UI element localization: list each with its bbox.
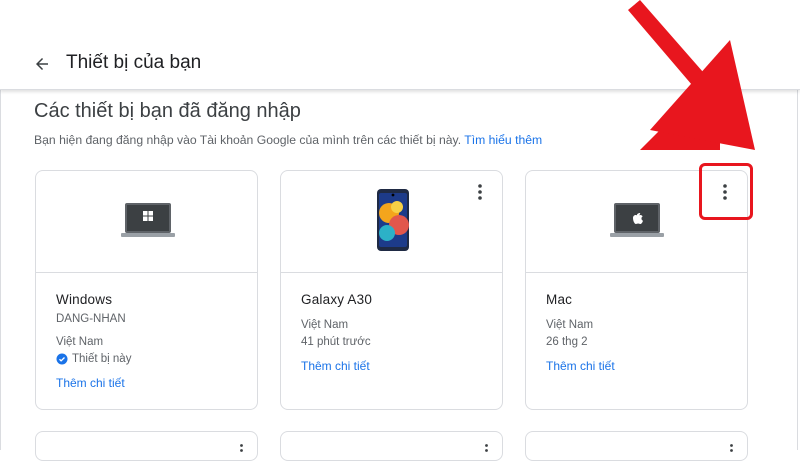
mac-laptop-icon	[610, 203, 664, 237]
more-vert-icon	[485, 444, 488, 452]
device-hostname: DANG-NHAN	[56, 313, 126, 325]
more-details-link[interactable]: Thêm chi tiết	[546, 359, 615, 373]
more-vert-icon	[478, 184, 482, 200]
back-button[interactable]	[28, 50, 56, 78]
device-name: Windows	[56, 292, 113, 307]
more-options-button[interactable]	[470, 181, 490, 203]
this-device-label: Thiết bị này	[72, 353, 132, 365]
arrow-back-icon	[36, 58, 48, 70]
more-details-link[interactable]: Thêm chi tiết	[301, 359, 370, 373]
device-last-active: 41 phút trước	[301, 336, 371, 348]
section-title: Các thiết bị bạn đã đăng nhập	[34, 100, 301, 122]
check-circle-icon	[56, 353, 68, 365]
windows-laptop-icon	[121, 203, 175, 237]
device-location: Việt Nam	[546, 319, 594, 331]
device-location: Việt Nam	[301, 319, 349, 331]
more-vert-icon	[240, 444, 243, 452]
description-text: Bạn hiện đang đăng nhập vào Tài khoản Go…	[34, 133, 462, 147]
device-card-partial[interactable]	[280, 431, 503, 461]
learn-more-link[interactable]: Tìm hiểu thêm	[464, 133, 542, 147]
page-title: Thiết bị của bạn	[66, 52, 202, 73]
more-vert-icon	[730, 444, 733, 452]
more-details-link[interactable]: Thêm chi tiết	[56, 376, 125, 390]
device-last-active: 26 thg 2	[546, 336, 588, 348]
highlight-box	[699, 163, 753, 220]
device-card-partial[interactable]	[35, 431, 258, 461]
section-description: Bạn hiện đang đăng nhập vào Tài khoản Go…	[34, 133, 542, 147]
card-image-area	[36, 171, 257, 273]
this-device-badge: Thiết bị này	[56, 353, 131, 365]
device-name: Mac	[546, 292, 573, 307]
device-name: Galaxy A30	[301, 292, 373, 307]
device-card-galaxy-a30[interactable]: Galaxy A30 Việt Nam 41 phút trước Thêm c…	[280, 170, 503, 410]
device-card-windows[interactable]: Windows DANG-NHAN Việt Nam Thiết bị này …	[35, 170, 258, 410]
device-card-partial[interactable]	[525, 431, 748, 461]
card-image-area	[281, 171, 502, 273]
red-arrow-icon	[628, 0, 755, 150]
android-phone-icon	[377, 189, 409, 251]
device-location: Việt Nam	[56, 336, 104, 348]
